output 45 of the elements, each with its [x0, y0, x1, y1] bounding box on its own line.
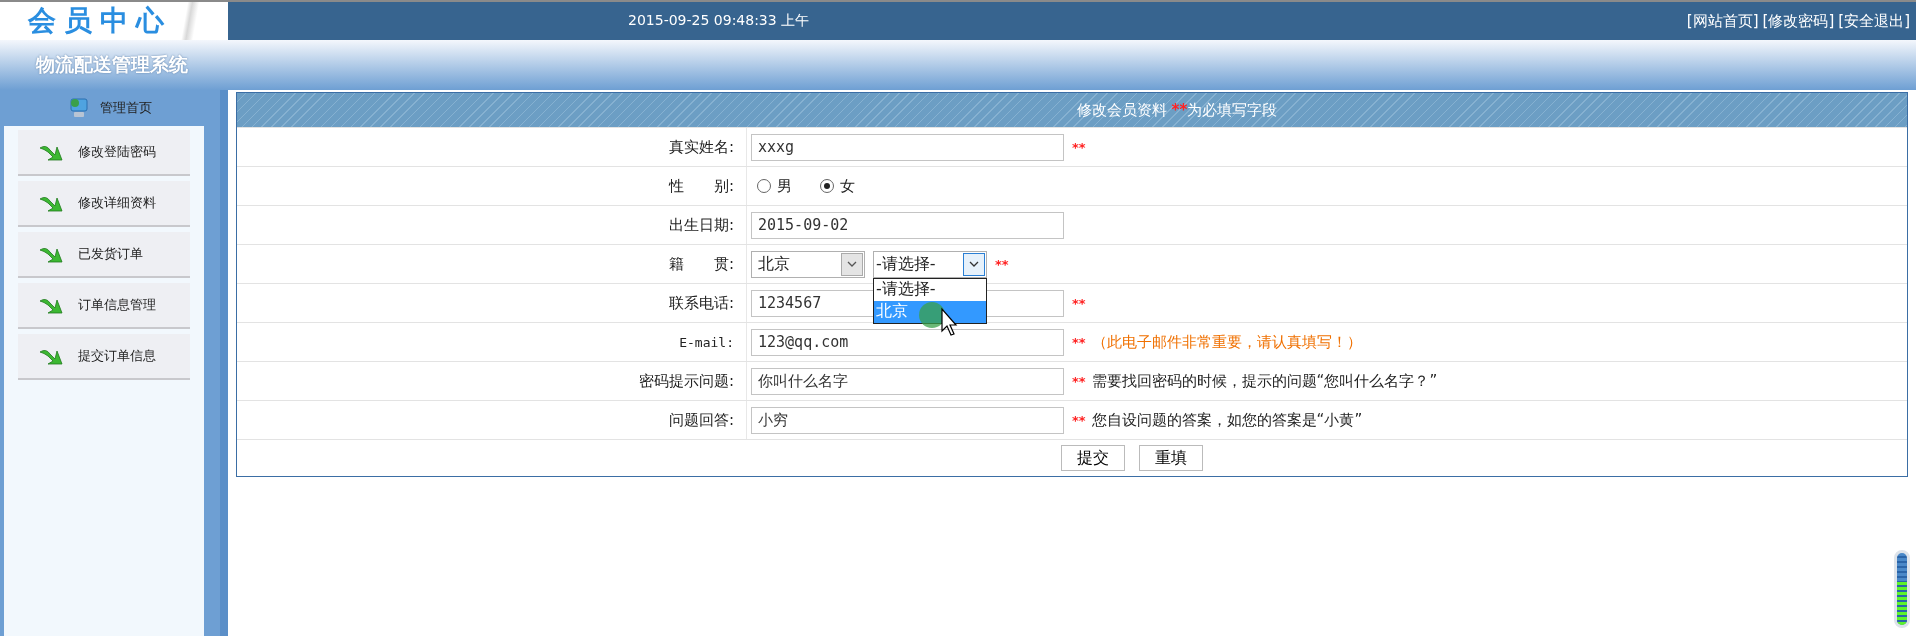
field-label: 出生日期:	[668, 215, 734, 235]
field-label: E-mail:	[679, 334, 734, 350]
field-label: 联系电话:	[668, 293, 734, 313]
radio-option[interactable]: 男	[757, 176, 792, 196]
required-mark: **	[1072, 334, 1086, 350]
field-label: 密码提示问题:	[638, 371, 734, 391]
field-note: 您自设问题的答案，如您的答案是“小黄”	[1091, 410, 1363, 430]
field-label: 问题回答:	[668, 410, 734, 430]
required-mark: **	[1072, 295, 1086, 311]
required-mark: **	[995, 256, 1009, 272]
form-button[interactable]: 提交	[1061, 445, 1125, 471]
header-link[interactable]: [修改密码]	[1762, 11, 1835, 31]
field-note: （此电子邮件非常重要，请认真填写！）	[1091, 332, 1362, 352]
header-link[interactable]: [网站首页]	[1686, 11, 1759, 31]
sidebar-item[interactable]: 提交订单信息	[18, 334, 190, 380]
field-label: 籍 贯:	[668, 254, 734, 274]
system-title: 物流配送管理系统	[36, 52, 188, 77]
header-link[interactable]: [安全退出]	[1838, 11, 1910, 31]
form-title: 修改会员资料 **为必填写字段	[1075, 100, 1278, 120]
field-note: 需要找回密码的时候，提示的问题“您叫什么名字？”	[1091, 371, 1438, 391]
sidebar-title[interactable]: 管理首页	[100, 99, 152, 117]
computer-icon	[68, 97, 90, 119]
logo-text: 会员中心	[0, 2, 228, 40]
input-field[interactable]: 小穷	[751, 406, 1064, 434]
radio-option[interactable]: 女	[820, 176, 855, 196]
input-field[interactable]: 123@qq.com	[751, 328, 1064, 356]
input-field[interactable]: 你叫什么名字	[751, 367, 1064, 395]
sidebar-item[interactable]: 已发货订单	[18, 232, 190, 278]
required-mark: **	[1072, 373, 1086, 389]
required-mark: **	[1072, 412, 1086, 428]
form-button[interactable]: 重填	[1139, 445, 1203, 471]
city-select[interactable]: -请选择-	[873, 250, 987, 278]
input-field[interactable]: xxxg	[751, 133, 1064, 161]
field-label: 真实姓名:	[668, 137, 734, 157]
sidebar-item[interactable]: 订单信息管理	[18, 283, 190, 329]
caret-icon	[969, 261, 979, 267]
sidebar-item[interactable]: 修改详细资料	[18, 181, 190, 227]
caret-icon	[847, 261, 857, 267]
required-mark: **	[1072, 139, 1086, 155]
province-select[interactable]: 北京	[751, 250, 865, 278]
dropdown-option[interactable]: -请选择-	[874, 278, 986, 301]
sidebar-item[interactable]: 修改登陆密码	[18, 130, 190, 176]
datetime: 2015-09-25 09:48:33 上午	[628, 12, 810, 30]
input-field[interactable]: 2015-09-02	[751, 211, 1064, 239]
field-label: 性 别:	[668, 176, 734, 196]
